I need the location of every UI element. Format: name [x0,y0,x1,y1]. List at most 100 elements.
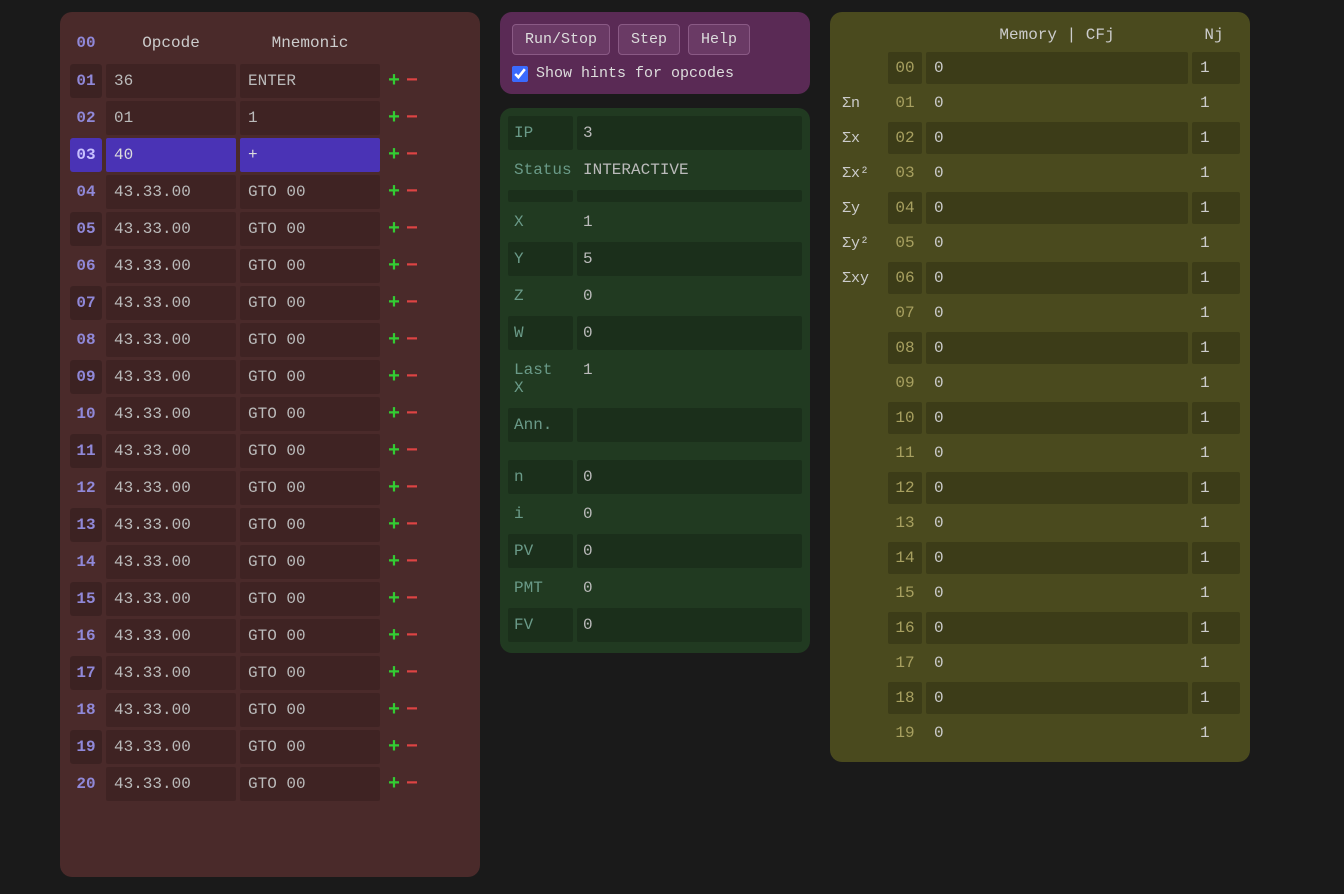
program-row[interactable]: 1743.33.00GTO 00+− [70,656,470,690]
delete-line-button[interactable]: − [406,551,418,574]
program-opcode[interactable]: 43.33.00 [106,730,236,764]
memory-nj-value[interactable]: 1 [1192,612,1240,644]
delete-line-button[interactable]: − [406,144,418,167]
memory-nj-value[interactable]: 1 [1192,367,1240,399]
program-row[interactable]: 0743.33.00GTO 00+− [70,286,470,320]
program-opcode[interactable]: 40 [106,138,236,172]
memory-nj-value[interactable]: 1 [1192,717,1240,749]
delete-line-button[interactable]: − [406,70,418,93]
add-line-button[interactable]: + [388,625,400,648]
memory-nj-value[interactable]: 1 [1192,332,1240,364]
memory-nj-value[interactable]: 1 [1192,52,1240,84]
memory-cfj-value[interactable]: 0 [926,227,1188,259]
program-opcode[interactable]: 43.33.00 [106,360,236,394]
delete-line-button[interactable]: − [406,403,418,426]
program-opcode[interactable]: 43.33.00 [106,323,236,357]
memory-cfj-value[interactable]: 0 [926,332,1188,364]
program-row[interactable]: 0136ENTER+− [70,64,470,98]
delete-line-button[interactable]: − [406,514,418,537]
add-line-button[interactable]: + [388,403,400,426]
memory-nj-value[interactable]: 1 [1192,122,1240,154]
program-opcode[interactable]: 43.33.00 [106,397,236,431]
program-opcode[interactable]: 43.33.00 [106,175,236,209]
program-row[interactable]: 1843.33.00GTO 00+− [70,693,470,727]
delete-line-button[interactable]: − [406,181,418,204]
program-row[interactable]: 0843.33.00GTO 00+− [70,323,470,357]
memory-cfj-value[interactable]: 0 [926,682,1188,714]
memory-nj-value[interactable]: 1 [1192,437,1240,469]
memory-nj-value[interactable]: 1 [1192,87,1240,119]
program-row[interactable]: 1443.33.00GTO 00+− [70,545,470,579]
memory-cfj-value[interactable]: 0 [926,437,1188,469]
program-row[interactable]: 1343.33.00GTO 00+− [70,508,470,542]
delete-line-button[interactable]: − [406,662,418,685]
run-stop-button[interactable]: Run/Stop [512,24,610,55]
delete-line-button[interactable]: − [406,736,418,759]
delete-line-button[interactable]: − [406,107,418,130]
memory-cfj-value[interactable]: 0 [926,717,1188,749]
program-opcode[interactable]: 43.33.00 [106,693,236,727]
program-opcode[interactable]: 43.33.00 [106,767,236,801]
memory-cfj-value[interactable]: 0 [926,367,1188,399]
memory-nj-value[interactable]: 1 [1192,262,1240,294]
memory-nj-value[interactable]: 1 [1192,647,1240,679]
memory-cfj-value[interactable]: 0 [926,402,1188,434]
program-row[interactable]: 0643.33.00GTO 00+− [70,249,470,283]
memory-cfj-value[interactable]: 0 [926,192,1188,224]
add-line-button[interactable]: + [388,366,400,389]
memory-nj-value[interactable]: 1 [1192,157,1240,189]
add-line-button[interactable]: + [388,773,400,796]
program-opcode[interactable]: 43.33.00 [106,582,236,616]
delete-line-button[interactable]: − [406,477,418,500]
program-row[interactable]: 1943.33.00GTO 00+− [70,730,470,764]
add-line-button[interactable]: + [388,699,400,722]
program-opcode[interactable]: 43.33.00 [106,434,236,468]
memory-cfj-value[interactable]: 0 [926,647,1188,679]
memory-nj-value[interactable]: 1 [1192,472,1240,504]
delete-line-button[interactable]: − [406,366,418,389]
delete-line-button[interactable]: − [406,625,418,648]
program-opcode[interactable]: 43.33.00 [106,249,236,283]
memory-cfj-value[interactable]: 0 [926,297,1188,329]
memory-cfj-value[interactable]: 0 [926,87,1188,119]
delete-line-button[interactable]: − [406,699,418,722]
delete-line-button[interactable]: − [406,329,418,352]
hints-checkbox[interactable] [512,66,528,82]
program-opcode[interactable]: 43.33.00 [106,212,236,246]
memory-cfj-value[interactable]: 0 [926,122,1188,154]
help-button[interactable]: Help [688,24,750,55]
add-line-button[interactable]: + [388,551,400,574]
program-row[interactable]: 02011+− [70,101,470,135]
program-row[interactable]: 1143.33.00GTO 00+− [70,434,470,468]
add-line-button[interactable]: + [388,70,400,93]
add-line-button[interactable]: + [388,736,400,759]
delete-line-button[interactable]: − [406,588,418,611]
add-line-button[interactable]: + [388,329,400,352]
add-line-button[interactable]: + [388,477,400,500]
add-line-button[interactable]: + [388,181,400,204]
memory-cfj-value[interactable]: 0 [926,472,1188,504]
delete-line-button[interactable]: − [406,218,418,241]
program-row[interactable]: 1243.33.00GTO 00+− [70,471,470,505]
add-line-button[interactable]: + [388,440,400,463]
memory-nj-value[interactable]: 1 [1192,542,1240,574]
delete-line-button[interactable]: − [406,255,418,278]
memory-nj-value[interactable]: 1 [1192,507,1240,539]
hints-row[interactable]: Show hints for opcodes [512,65,798,82]
memory-cfj-value[interactable]: 0 [926,577,1188,609]
program-row[interactable]: 1043.33.00GTO 00+− [70,397,470,431]
memory-cfj-value[interactable]: 0 [926,507,1188,539]
program-opcode[interactable]: 43.33.00 [106,619,236,653]
program-opcode[interactable]: 43.33.00 [106,545,236,579]
add-line-button[interactable]: + [388,514,400,537]
add-line-button[interactable]: + [388,588,400,611]
delete-line-button[interactable]: − [406,440,418,463]
memory-cfj-value[interactable]: 0 [926,542,1188,574]
memory-nj-value[interactable]: 1 [1192,402,1240,434]
memory-nj-value[interactable]: 1 [1192,227,1240,259]
program-opcode[interactable]: 43.33.00 [106,471,236,505]
add-line-button[interactable]: + [388,662,400,685]
program-opcode[interactable]: 43.33.00 [106,508,236,542]
add-line-button[interactable]: + [388,255,400,278]
add-line-button[interactable]: + [388,218,400,241]
